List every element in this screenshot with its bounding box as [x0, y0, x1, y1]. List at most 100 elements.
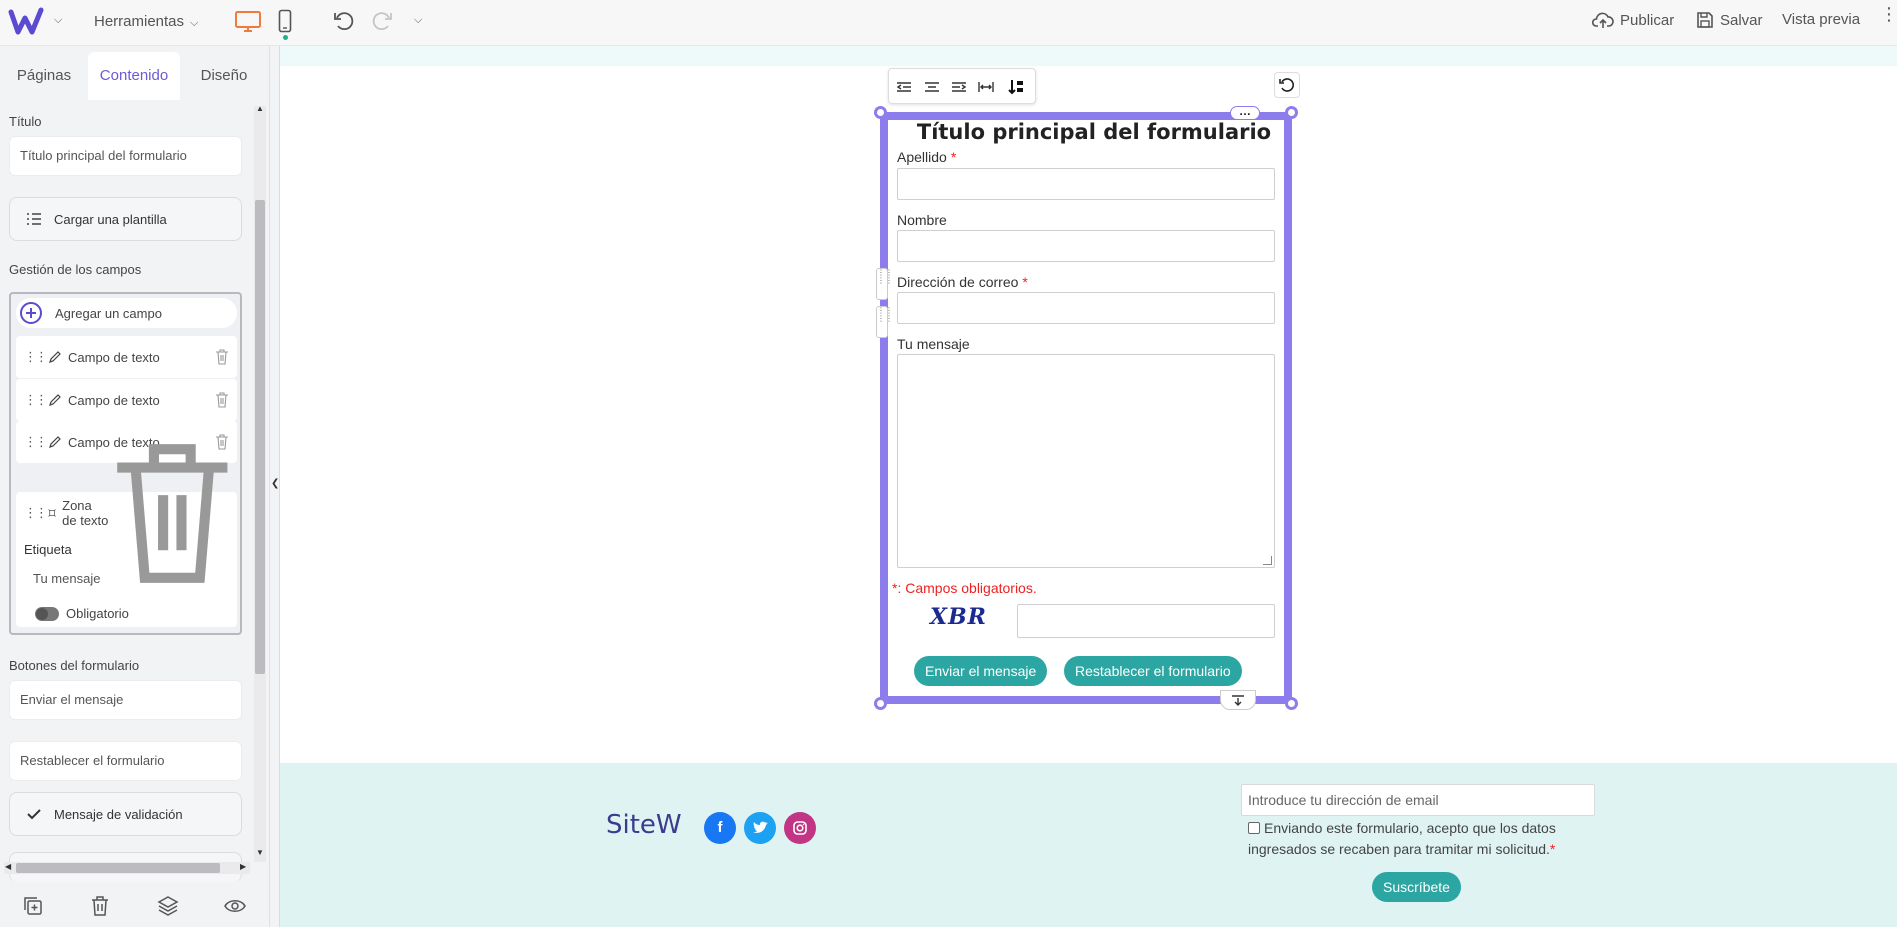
- expanded-field-row: ⋮⋮ Zona de texto Etiqueta Tu mensaje Obl…: [16, 443, 237, 627]
- facebook-icon[interactable]: f: [704, 812, 736, 844]
- message-textarea[interactable]: [897, 354, 1275, 568]
- twitter-icon[interactable]: [744, 812, 776, 844]
- field-label: Campo de texto: [68, 349, 160, 365]
- insert-below-tab[interactable]: [1220, 690, 1256, 710]
- textarea-resize-icon: [48, 509, 56, 517]
- field-label: Campo de texto: [68, 392, 160, 408]
- checkmark-icon: [27, 809, 41, 820]
- more-options-icon[interactable]: ⋮: [1880, 5, 1897, 23]
- save-button[interactable]: Salvar: [1696, 11, 1763, 29]
- load-template-label: Cargar una plantilla: [54, 211, 167, 227]
- layers-icon[interactable]: [157, 895, 179, 917]
- content-panel: Páginas Contenido Diseño Título Título p…: [0, 46, 270, 927]
- side-drag-handle[interactable]: ⋮⋮ ⋮⋮: [876, 306, 893, 338]
- edit-pencil-icon: [49, 436, 61, 448]
- firstname-input[interactable]: [897, 230, 1275, 262]
- tab-design[interactable]: Diseño: [188, 52, 260, 100]
- delete-trash-icon[interactable]: [215, 392, 229, 408]
- tag-label: Etiqueta: [24, 542, 72, 557]
- resize-handle[interactable]: [874, 697, 887, 710]
- reset-form-button[interactable]: Restablecer el formulario: [1064, 656, 1242, 686]
- redo-icon[interactable]: [370, 9, 394, 33]
- panel-vertical-scrollbar[interactable]: ▲ ▼: [254, 104, 266, 862]
- panel-horizontal-scrollbar[interactable]: ◀ ▶: [4, 862, 250, 874]
- required-label: Obligatorio: [66, 606, 129, 621]
- field-label-message: Tu mensaje: [897, 336, 970, 352]
- add-field-button[interactable]: Agregar un campo: [16, 298, 237, 328]
- validation-message-button[interactable]: Mensaje de validación: [9, 792, 242, 836]
- preview-button[interactable]: Vista previa: [1782, 11, 1860, 28]
- resize-handle[interactable]: [1285, 697, 1298, 710]
- form-buttons-label: Botones del formulario: [9, 658, 140, 673]
- edit-pencil-icon: [49, 394, 61, 406]
- delete-trash-icon[interactable]: [215, 349, 229, 365]
- side-drag-handle[interactable]: ⋮⋮ ⋮⋮: [876, 268, 893, 300]
- panel-bottom-toolbar: [0, 895, 270, 927]
- full-width-icon[interactable]: [977, 78, 995, 96]
- send-button-text-input[interactable]: Enviar el mensaje: [9, 680, 242, 720]
- scroll-up-icon[interactable]: ▲: [256, 104, 264, 113]
- drag-handle-icon[interactable]: ⋮⋮: [24, 349, 48, 365]
- tab-content[interactable]: Contenido: [88, 52, 180, 100]
- chevron-down-icon: ⌵: [190, 17, 199, 29]
- label-text: Dirección de correo: [897, 274, 1019, 290]
- validation-message-label: Mensaje de validación: [54, 806, 183, 822]
- instagram-icon[interactable]: [784, 812, 816, 844]
- required-toggle[interactable]: [35, 607, 59, 621]
- lastname-input[interactable]: [897, 168, 1275, 200]
- editor-canvas[interactable]: … ⋮⋮ ⋮⋮ ⋮⋮ ⋮⋮ Título principal del formula…: [280, 46, 1897, 927]
- newsletter-email-input[interactable]: Introduce tu dirección de email: [1241, 784, 1595, 816]
- drag-handle-icon[interactable]: ⋮⋮: [24, 505, 48, 521]
- field-row-header[interactable]: ⋮⋮ Zona de texto: [16, 443, 237, 583]
- align-right-icon[interactable]: [950, 78, 968, 96]
- save-label: Salvar: [1720, 11, 1763, 29]
- edit-pencil-icon: [49, 351, 61, 363]
- align-left-icon[interactable]: [895, 78, 913, 96]
- field-row[interactable]: ⋮⋮ Campo de texto: [16, 379, 237, 421]
- scrollbar-thumb[interactable]: [255, 200, 265, 674]
- undo-icon[interactable]: [332, 9, 356, 33]
- title-label: Título: [9, 114, 42, 129]
- sitew-logo-icon[interactable]: [8, 6, 48, 38]
- resize-handle[interactable]: [1285, 106, 1298, 119]
- align-center-icon[interactable]: [923, 78, 941, 96]
- drag-handle-icon[interactable]: ⋮⋮: [24, 434, 48, 450]
- title-input[interactable]: Título principal del formulario: [9, 136, 242, 176]
- footer-brand[interactable]: SiteW: [606, 810, 682, 840]
- reset-element-button[interactable]: [1274, 72, 1300, 98]
- element-options-icon[interactable]: …: [1230, 105, 1260, 120]
- instagram-glyph: [793, 821, 807, 835]
- field-row[interactable]: ⋮⋮ Campo de texto: [16, 336, 237, 378]
- panel-collapse-handle[interactable]: ❮: [270, 46, 280, 927]
- collapse-chevron-icon[interactable]: ❮: [271, 478, 279, 489]
- logo-menu-chevron-icon[interactable]: ⌵: [54, 14, 62, 27]
- email-input[interactable]: [897, 292, 1275, 324]
- desktop-view-icon[interactable]: [234, 10, 262, 32]
- delete-icon[interactable]: [89, 895, 111, 917]
- send-message-button[interactable]: Enviar el mensaje: [914, 656, 1048, 686]
- load-template-button[interactable]: Cargar una plantilla: [9, 197, 242, 241]
- scroll-right-icon[interactable]: ▶: [240, 862, 246, 871]
- resize-handle[interactable]: [874, 106, 887, 119]
- scroll-down-icon[interactable]: ▼: [256, 848, 264, 857]
- captcha-image: XBR: [930, 604, 987, 630]
- scrollbar-thumb[interactable]: [16, 863, 220, 873]
- reset-button-text-input[interactable]: Restablecer el formulario: [9, 741, 242, 781]
- required-asterisk: *: [950, 149, 957, 165]
- tools-menu[interactable]: Herramientas ⌵: [94, 13, 198, 30]
- publish-button[interactable]: Publicar: [1592, 11, 1674, 29]
- drag-handle-icon[interactable]: ⋮⋮: [24, 392, 48, 408]
- captcha-input[interactable]: [1017, 604, 1275, 638]
- mobile-view-icon[interactable]: [278, 9, 292, 33]
- tab-pages[interactable]: Páginas: [8, 52, 80, 100]
- consent-checkbox[interactable]: [1248, 822, 1260, 834]
- field-label-lastname: Apellido *: [897, 149, 956, 165]
- subscribe-button[interactable]: Suscríbete: [1372, 872, 1461, 902]
- scroll-left-icon[interactable]: ◀: [5, 862, 11, 871]
- history-chevron-icon[interactable]: ⌵: [414, 14, 422, 27]
- visibility-eye-icon[interactable]: [224, 895, 246, 917]
- duplicate-icon[interactable]: [22, 895, 44, 917]
- tag-input[interactable]: Tu mensaje: [24, 562, 229, 596]
- sort-down-icon[interactable]: [1007, 78, 1025, 96]
- active-view-indicator: [283, 35, 288, 40]
